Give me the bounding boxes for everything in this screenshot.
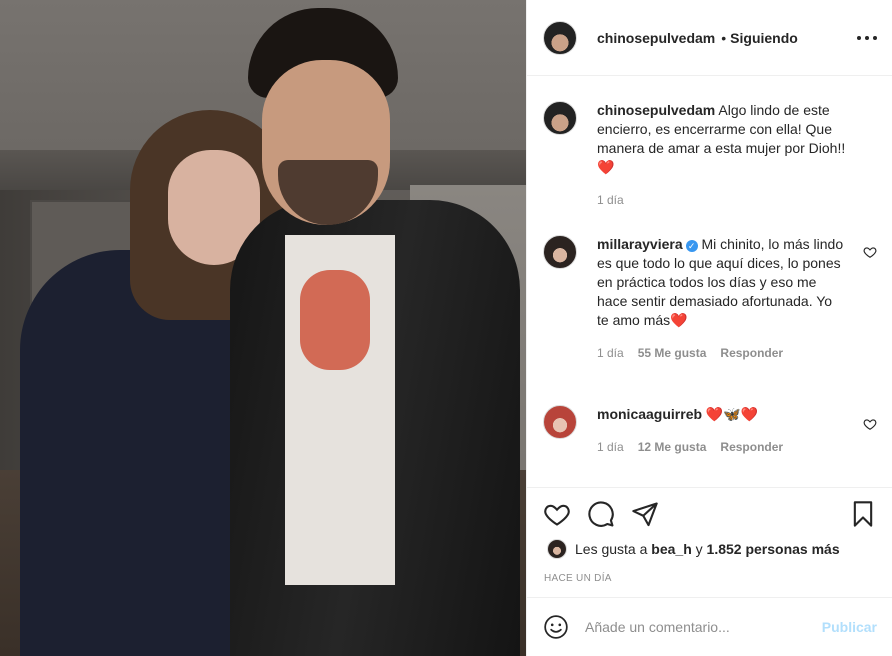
action-icons xyxy=(543,500,877,528)
post-header: chinosepulvedam • Siguiendo xyxy=(527,0,892,76)
commenter-avatar[interactable] xyxy=(543,235,577,269)
likes-prefix: Les gusta a xyxy=(575,541,648,557)
reply-button[interactable]: Responder xyxy=(720,438,783,457)
comment-item: millarayviera ✓ Mi chinito, lo más lindo … xyxy=(543,235,877,363)
verified-badge-icon: ✓ xyxy=(685,240,698,252)
author-username[interactable]: chinosepulvedam xyxy=(597,30,715,46)
photo-shirt-print xyxy=(300,270,370,370)
liker-username[interactable]: bea_h xyxy=(651,541,691,557)
post-timestamp[interactable]: HACE UN DÍA xyxy=(544,573,612,584)
comment-likes[interactable]: 12 Me gusta xyxy=(638,438,707,457)
emoji-smiley-icon[interactable] xyxy=(543,614,569,640)
post-side-panel: chinosepulvedam • Siguiendo chinosepulve… xyxy=(526,0,892,656)
comment-input[interactable]: Añade un comentario... xyxy=(585,619,822,635)
likes-summary: Les gusta a bea_h y 1.852 personas más xyxy=(547,539,840,559)
caption-time[interactable]: 1 día xyxy=(597,191,624,210)
author-avatar[interactable] xyxy=(543,20,577,55)
following-button[interactable]: Siguiendo xyxy=(730,30,798,46)
liker-avatar[interactable] xyxy=(547,539,567,559)
comment-likes[interactable]: 55 Me gusta xyxy=(638,344,707,363)
likes-count-link[interactable]: 1.852 personas más xyxy=(707,541,840,557)
comment-emoji: ❤️🦋❤️ xyxy=(705,406,759,422)
more-options-icon[interactable] xyxy=(857,28,877,48)
comment-bubble-icon[interactable] xyxy=(587,500,615,528)
caption-emoji: ❤️ xyxy=(597,159,615,175)
comment-username[interactable]: millarayviera xyxy=(597,236,683,252)
comment-emoji: ❤️ xyxy=(670,312,688,328)
comment-item: monicaaguirreb ❤️🦋❤️ 1 día 12 Me gusta R… xyxy=(543,405,877,457)
caption-avatar[interactable] xyxy=(543,101,577,135)
caption-username[interactable]: chinosepulvedam xyxy=(597,102,715,118)
share-paper-plane-icon[interactable] xyxy=(631,500,659,528)
comment-time[interactable]: 1 día xyxy=(597,344,624,363)
comment-username[interactable]: monicaaguirreb xyxy=(597,406,702,422)
comment-time[interactable]: 1 día xyxy=(597,438,624,457)
likes-connector: y xyxy=(695,541,703,557)
header-separator: • xyxy=(721,29,727,46)
post-actions: Les gusta a bea_h y 1.852 personas más H… xyxy=(527,487,892,597)
comments-list: chinosepulvedam Algo lindo de este encie… xyxy=(527,77,892,487)
comment-like-icon[interactable] xyxy=(863,417,877,431)
reply-button[interactable]: Responder xyxy=(720,344,783,363)
add-comment-bar: Añade un comentario... Publicar xyxy=(527,597,892,656)
commenter-avatar[interactable] xyxy=(543,405,577,439)
comment-like-icon[interactable] xyxy=(863,245,877,259)
caption: chinosepulvedam Algo lindo de este encie… xyxy=(543,101,877,210)
save-bookmark-icon[interactable] xyxy=(849,500,877,528)
publish-button[interactable]: Publicar xyxy=(822,619,877,635)
like-heart-icon[interactable] xyxy=(543,500,571,528)
post-photo[interactable] xyxy=(0,0,526,656)
